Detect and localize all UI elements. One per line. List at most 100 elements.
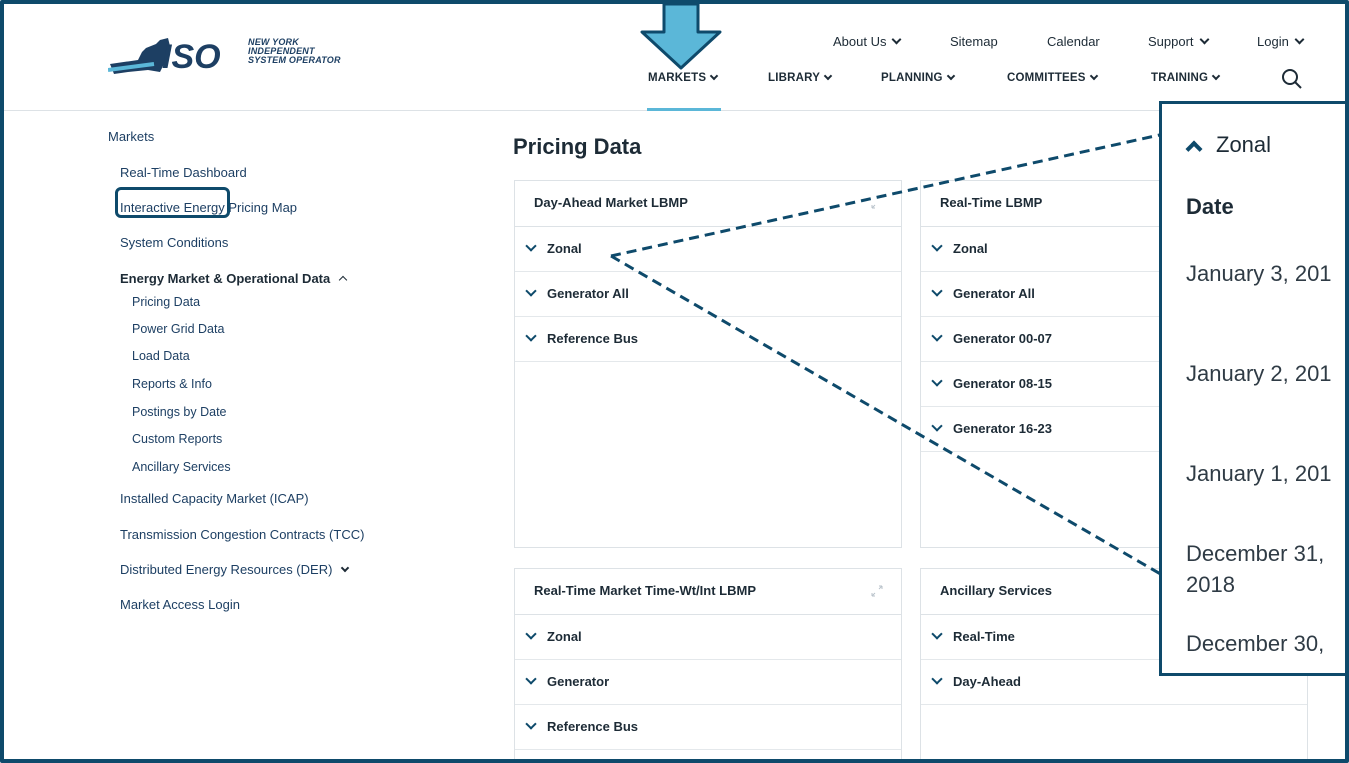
zoom-date-row-continued: 2018 — [1186, 572, 1235, 597]
sidebar-energy-market-label: Energy Market & Operational Data — [120, 271, 331, 286]
logo-line3: SYSTEM OPERATOR — [248, 55, 341, 65]
sidebar-subitem-power-grid[interactable]: Power Grid Data — [132, 322, 224, 336]
row-label: Zonal — [953, 241, 988, 256]
sidebar-pricing-data-label: Pricing Data — [132, 295, 201, 309]
row-label: Day-Ahead — [953, 674, 1021, 689]
sidebar-item-markets[interactable]: Markets — [108, 129, 154, 144]
chevron-down-icon — [931, 375, 943, 387]
chevron-down-icon — [1199, 34, 1209, 45]
sidebar-subitem-ancillary[interactable]: Ancillary Services — [132, 460, 231, 474]
zoom-date-row[interactable]: January 2, 201 — [1186, 361, 1332, 387]
chevron-down-icon — [892, 34, 902, 45]
expand-icon[interactable] — [871, 197, 883, 209]
chevron-up-icon — [1185, 140, 1203, 158]
chevron-down-icon — [525, 718, 537, 730]
left-sidebar: Markets Real-Time Dashboard Interactive … — [4, 111, 484, 759]
chevron-down-icon — [931, 330, 943, 342]
panel-day-ahead-lbmp: Day-Ahead Market LBMP Zonal Generator Al… — [514, 180, 902, 548]
support-label: Support — [1148, 34, 1194, 49]
sidebar-subitem-pricing-data[interactable]: Pricing Data — [132, 295, 200, 309]
zoom-date-row[interactable]: January 3, 201 — [1186, 261, 1332, 287]
accordion-row-zonal[interactable]: Zonal — [515, 227, 901, 272]
row-label: Generator All — [953, 286, 1035, 301]
nav-library[interactable]: LIBRARY — [768, 71, 833, 84]
chevron-down-icon — [931, 628, 943, 640]
accordion-row-reference-bus[interactable]: Reference Bus — [515, 317, 901, 362]
panel-title: Day-Ahead Market LBMP — [534, 195, 688, 210]
row-label: Real-Time — [953, 629, 1015, 644]
row-label: Reference Bus — [547, 331, 639, 346]
sidebar-item-access-login[interactable]: Market Access Login — [120, 597, 240, 612]
sidebar-icap-label: Installed Capacity Market (ICAP) — [120, 491, 309, 506]
chevron-up-icon — [338, 275, 348, 285]
chevron-down-icon — [931, 285, 943, 297]
sidebar-access-login-label: Market Access Login — [120, 597, 240, 612]
sidebar-reports-label: Reports & Info — [132, 377, 212, 391]
page-title: Pricing Data — [513, 134, 642, 159]
zoom-heading-label: Zonal — [1216, 132, 1272, 157]
sidebar-subitem-postings[interactable]: Postings by Date — [132, 405, 227, 419]
search-icon[interactable] — [1281, 68, 1303, 90]
nav-planning[interactable]: PLANNING — [881, 71, 955, 84]
expand-icon[interactable] — [871, 585, 883, 597]
sidebar-item-tcc[interactable]: Transmission Congestion Contracts (TCC) — [120, 527, 364, 542]
chevron-down-icon — [823, 71, 833, 81]
sitemap-label: Sitemap — [950, 34, 998, 49]
row-label: Generator — [547, 674, 610, 689]
sidebar-item-realtime-dashboard[interactable]: Real-Time Dashboard — [120, 165, 247, 180]
sidebar-item-icap[interactable]: Installed Capacity Market (ICAP) — [120, 491, 309, 506]
zoom-date-row[interactable]: December 31, — [1186, 541, 1324, 567]
chevron-down-icon — [1211, 71, 1221, 81]
row-label: Generator 00-07 — [953, 331, 1052, 346]
about-us-link[interactable]: About Us — [833, 34, 902, 49]
zoom-date-row[interactable]: December 30, — [1186, 631, 1324, 657]
sidebar-power-grid-label: Power Grid Data — [132, 322, 225, 336]
nav-committees[interactable]: COMMITTEES — [1007, 71, 1098, 84]
sidebar-markets-label: Markets — [108, 129, 155, 144]
sidebar-postings-label: Postings by Date — [132, 405, 227, 419]
nav-training-label: TRAINING — [1151, 72, 1209, 84]
panel-title: Real-Time Market Time-Wt/Int LBMP — [534, 583, 756, 598]
screenshot-frame: ISO NEW YORK INDEPENDENT SYSTEM OPERATOR… — [0, 0, 1349, 763]
sidebar-subitem-load-data[interactable]: Load Data — [132, 349, 190, 363]
sidebar-subitem-reports[interactable]: Reports & Info — [132, 377, 212, 391]
nav-planning-label: PLANNING — [881, 72, 943, 84]
panel-real-time-time-weighted: Real-Time Market Time-Wt/Int LBMP Zonal … — [514, 568, 902, 759]
nav-library-label: LIBRARY — [768, 72, 821, 84]
panel-title: Real-Time LBMP — [940, 195, 1043, 210]
sidebar-tcc-label: Transmission Congestion Contracts (TCC) — [120, 527, 365, 542]
accordion-row-generator[interactable]: Generator — [515, 660, 901, 705]
panel-title: Ancillary Services — [940, 583, 1053, 598]
sidebar-item-der[interactable]: Distributed Energy Resources (DER) — [120, 562, 350, 577]
sidebar-item-system-conditions[interactable]: System Conditions — [120, 235, 228, 250]
sidebar-ancillary-label: Ancillary Services — [132, 460, 231, 474]
row-label: Zonal — [547, 629, 582, 644]
row-label: Reference Bus — [547, 719, 639, 734]
sidebar-der-label: Distributed Energy Resources (DER) — [120, 562, 333, 577]
sidebar-subitem-custom-reports[interactable]: Custom Reports — [132, 432, 222, 446]
nav-training[interactable]: TRAINING — [1151, 71, 1221, 84]
zoom-callout: Zonal Date January 3, 201 January 2, 201… — [1159, 101, 1345, 676]
sidebar-item-energy-market[interactable]: Energy Market & Operational Data — [120, 271, 348, 286]
chevron-down-icon — [931, 240, 943, 252]
support-link[interactable]: Support — [1148, 34, 1209, 49]
calendar-label: Calendar — [1047, 34, 1100, 49]
accordion-row-generator-all[interactable]: Generator All — [515, 272, 901, 317]
nav-committees-label: COMMITTEES — [1007, 72, 1086, 84]
accordion-row-zonal[interactable]: Zonal — [515, 615, 901, 660]
chevron-down-icon — [341, 563, 350, 573]
main-nav: MARKETS LIBRARY PLANNING COMMITTEES TRAI… — [4, 71, 1345, 92]
zoom-date-row[interactable]: January 1, 201 — [1186, 461, 1332, 487]
pricing-data-highlight-box — [115, 187, 230, 218]
zoom-zonal-heading[interactable]: Zonal — [1185, 132, 1272, 158]
accordion-row-reference-bus[interactable]: Reference Bus — [515, 705, 901, 750]
chevron-down-icon — [525, 285, 537, 297]
chevron-down-icon — [931, 420, 943, 432]
pointer-arrow-icon — [640, 4, 722, 70]
panel-header: Day-Ahead Market LBMP — [515, 181, 901, 227]
calendar-link[interactable]: Calendar — [1047, 34, 1100, 49]
sidebar-realtime-dashboard-label: Real-Time Dashboard — [120, 165, 247, 180]
sitemap-link[interactable]: Sitemap — [950, 34, 998, 49]
chevron-down-icon — [946, 71, 955, 81]
login-link[interactable]: Login — [1257, 34, 1305, 49]
